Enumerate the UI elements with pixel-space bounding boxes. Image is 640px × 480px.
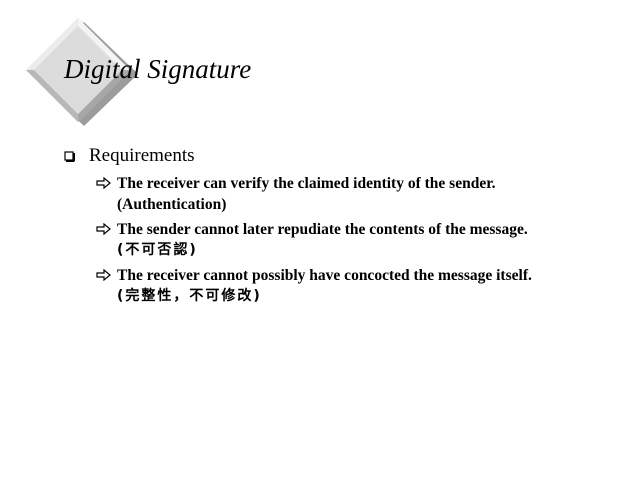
hollow-right-arrow-icon bbox=[96, 269, 111, 281]
list-item-label: Requirements bbox=[89, 145, 195, 166]
sub-item-text: The receiver can verify the claimed iden… bbox=[117, 175, 496, 192]
slide-title: Digital Signature bbox=[64, 54, 252, 84]
sub-item-note: (Authentication) bbox=[117, 196, 227, 213]
bullet-list: Requirements The receiver can verify the… bbox=[64, 142, 624, 304]
sub-item-text: The sender cannot later repudiate the co… bbox=[117, 221, 528, 238]
sub-bullet-list: The receiver can verify the claimed iden… bbox=[96, 173, 626, 311]
slide: Digital Signature Requirements The recei… bbox=[0, 0, 640, 480]
sub-list-item-non-repudiation: The sender cannot later repudiate the co… bbox=[96, 219, 626, 261]
sub-item-note: (不可否認) bbox=[117, 242, 198, 258]
sub-list-item-integrity: The receiver cannot possibly have concoc… bbox=[96, 265, 626, 307]
sub-item-note: (完整性，不可修改) bbox=[117, 288, 262, 304]
sub-item-text: The receiver cannot possibly have concoc… bbox=[117, 267, 532, 284]
hollow-square-bullet-icon bbox=[64, 151, 75, 162]
hollow-right-arrow-icon bbox=[96, 177, 111, 189]
hollow-right-arrow-icon bbox=[96, 223, 111, 235]
sub-list-item-authentication: The receiver can verify the claimed iden… bbox=[96, 173, 626, 215]
list-item-requirements: Requirements The receiver can verify the… bbox=[64, 142, 624, 304]
